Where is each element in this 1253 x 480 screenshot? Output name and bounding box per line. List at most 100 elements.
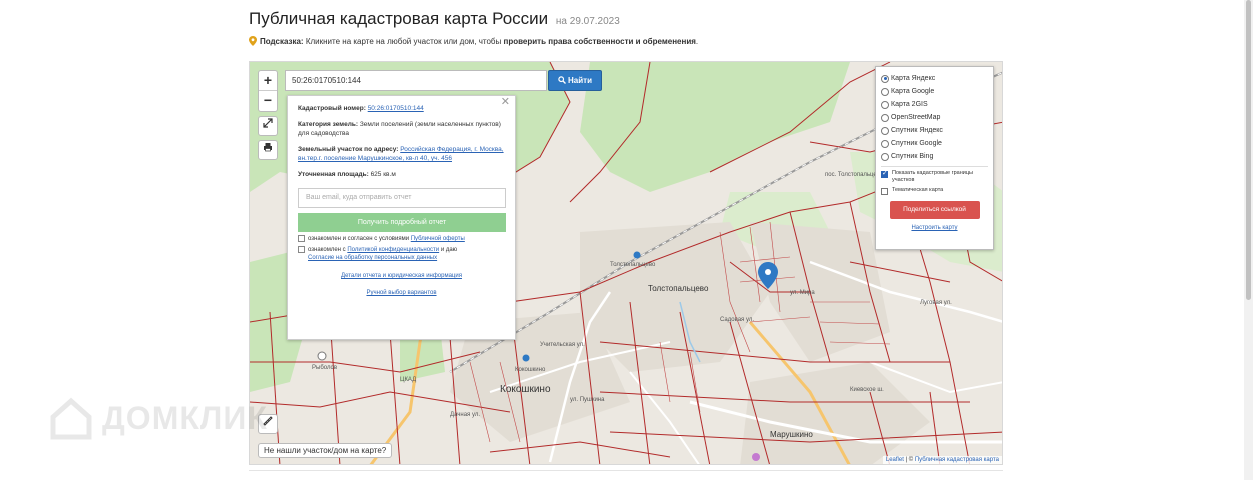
hint: Подсказка: Кликните на карте на любой уч… [249,36,698,46]
area-label: Уточненная площадь: [298,171,369,178]
zoom-out-button[interactable]: − [259,91,277,111]
email-field[interactable]: Ваш email, куда отправить отчет [298,188,506,208]
page-date: на 29.07.2023 [555,16,620,27]
print-button[interactable] [258,140,278,160]
boundaries-checkbox[interactable] [881,170,888,178]
watermark: ДОМКЛИК [48,395,268,441]
radio-icon[interactable] [881,113,889,122]
search-input[interactable]: 50:26:0170510:144 [285,70,547,91]
layer-option[interactable]: Карта Google [881,85,988,98]
map-label-village: Толстопальцево [648,284,709,293]
layer-label: Карта 2GIS [891,101,928,108]
details-link-row: Детали отчета и юридическая информация [298,272,505,281]
details-link[interactable]: Детали отчета и юридическая информация [341,273,462,279]
search-button-label: Найти [568,76,592,85]
area-row: Уточненная площадь: 625 кв.м [298,170,505,179]
cadastral-row: Кадастровый номер: 50:26:0170510:144 [298,104,505,113]
search-icon [558,76,566,84]
radio-icon[interactable] [881,126,889,135]
attribution-separator: | © [903,457,915,463]
map-label-station: Толстопальцево [610,262,656,268]
divider [881,166,988,167]
layer-option[interactable]: Карта 2GIS [881,98,988,111]
close-icon[interactable]: ✕ [501,97,510,108]
address-label: Земельный участок по адресу: [298,146,399,153]
consent-privacy[interactable]: ознакомлен с Политикой конфиденциальност… [298,246,505,262]
share-link-button[interactable]: Поделиться ссылкой [889,201,980,219]
hint-end: . [695,37,699,46]
category-label: Категория земель: [298,121,359,128]
thematic-checkbox[interactable] [881,188,888,195]
thematic-toggle[interactable]: Тематическая карта [881,187,988,195]
printer-icon [264,143,272,152]
layer-label: Карта Google [891,88,935,95]
privacy-link[interactable]: Политикой конфиденциальности [347,247,439,253]
manual-link-row: Ручной выбор вариантов [298,289,505,298]
radio-icon[interactable] [881,100,889,109]
watermark-text: ДОМКЛИК [102,399,268,436]
layer-option[interactable]: Спутник Bing [881,150,988,163]
search-button[interactable]: Найти [548,70,602,91]
consent-privacy-text: ознакомлен с [308,247,346,253]
parcel-info-panel: ✕ Кадастровый номер: 50:26:0170510:144 К… [287,95,516,340]
map-label-kokoshkino: Кокошкино [500,384,551,395]
show-boundaries-toggle[interactable]: Показать кадастровые границы участков [881,170,988,184]
house-logo-icon [50,397,92,440]
page-scrollbar[interactable] [1244,0,1253,480]
consent-privacy-checkbox[interactable] [298,246,305,253]
layer-label: Карта Яндекс [891,75,936,82]
show-boundaries-label: Показать кадастровые границы участков [892,170,973,183]
radio-icon[interactable] [881,74,889,83]
layer-option[interactable]: Спутник Google [881,137,988,150]
layer-option[interactable]: Карта Яндекс [881,72,988,85]
layers-panel: Карта Яндекс Карта Google Карта 2GIS Ope… [875,66,994,250]
category-value: Земли поселений (земли населенных пункто… [359,121,501,128]
consent-offer-checkbox[interactable] [298,235,305,242]
page-title-text: Публичная кадастровая карта России [249,9,549,28]
consent-offer-text: ознакомлен и согласен с условиями [308,236,410,242]
category-use: для садоводства [298,130,350,137]
manual-select-link[interactable]: Ручной выбор вариантов [366,290,436,296]
layer-option[interactable]: Спутник Яндекс [881,124,988,137]
map-label-lugovaya: Луговая ул. [920,300,952,306]
fullscreen-button[interactable] [258,116,278,136]
consent-offer[interactable]: ознакомлен и согласен с условиями Публич… [298,235,505,243]
radio-icon[interactable] [881,152,889,161]
cadastral-map[interactable]: Толстопальцево Толстопальцево пос. Толст… [249,61,1003,465]
layer-label: Спутник Bing [891,153,934,160]
hint-label: Подсказка: [260,37,304,46]
leaflet-link[interactable]: Leaflet [886,457,904,463]
source-link[interactable]: Публичная кадастровая карта [915,457,999,463]
cadastral-link[interactable]: 50:26:0170510:144 [368,105,424,112]
consent-privacy-end: и даю [440,247,458,253]
get-report-button[interactable]: Получить подробный отчет [298,213,506,232]
divider [249,470,1003,471]
radio-icon[interactable] [881,87,889,96]
scrollbar-thumb[interactable] [1246,0,1251,300]
radio-icon[interactable] [881,139,889,148]
hint-text: Кликните на карте на любой участок или д… [305,37,502,46]
hint-bold-text: проверить права собственности и обремене… [503,37,696,46]
zoom-control: + − [258,70,278,112]
not-found-button[interactable]: Не нашли участок/дом на карте? [258,443,393,458]
map-label-marushkino: Марушкино [770,430,813,439]
map-label-mira: ул. Мира [790,290,815,296]
layer-label: Спутник Яндекс [891,127,943,134]
map-label-rybolov: Рыболов [312,365,338,371]
layer-label: OpenStreetMap [891,114,941,121]
setup-map-link[interactable]: Настроить карту [881,225,988,231]
zoom-in-button[interactable]: + [259,71,277,91]
map-label-sadovaya: Садовая ул. [720,317,754,323]
map-label-road-a: ЦКАД [400,377,417,383]
layer-option[interactable]: OpenStreetMap [881,111,988,124]
map-label-kokoshkino-station: Кокошкино [515,367,546,373]
map-label-road-b: Киевское ш. [850,387,884,393]
map-label-pushkina: ул. Пушкина [570,397,605,403]
offer-link[interactable]: Публичной оферты [411,236,465,242]
location-pin-icon [249,36,257,46]
area-value: 625 кв.м [370,171,396,178]
map-label-uchitelskaya: Учительская ул. [540,342,585,348]
personal-data-link[interactable]: Согласие на обработку персональных данны… [308,255,437,261]
layer-label: Спутник Google [891,140,942,147]
expand-icon [263,118,273,128]
